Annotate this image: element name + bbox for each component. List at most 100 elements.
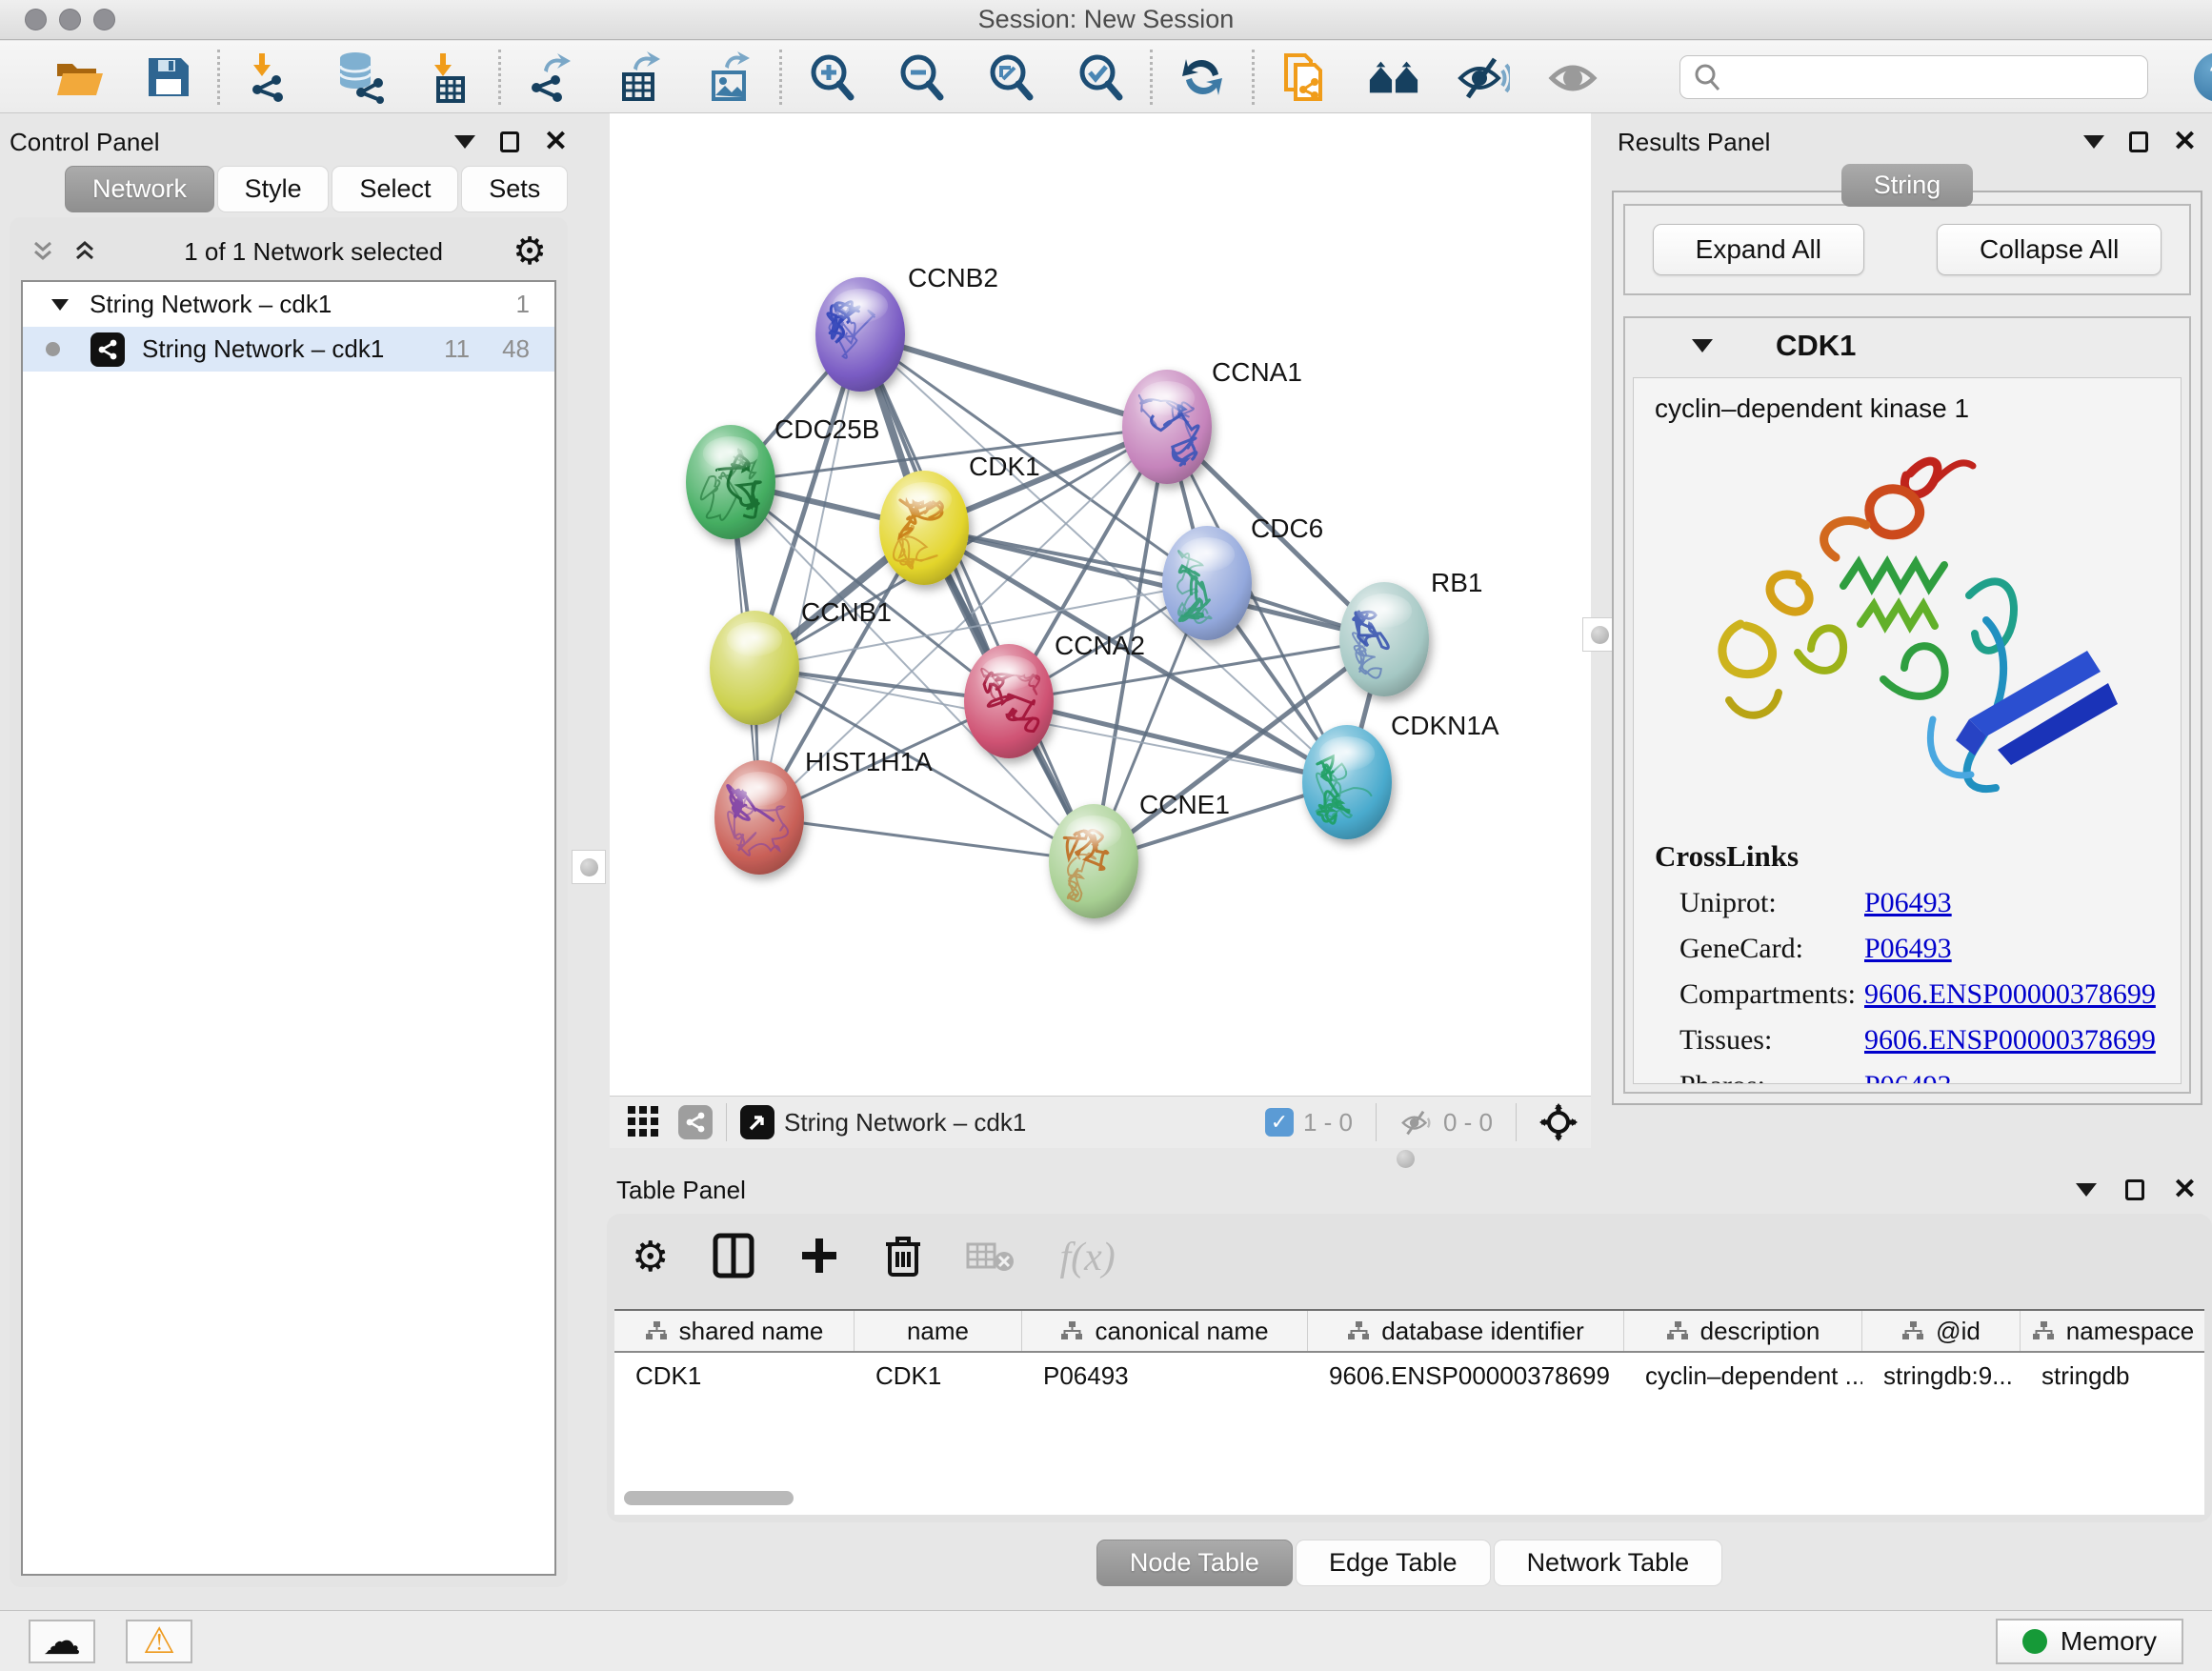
duplicate-network-icon[interactable]: [1277, 50, 1331, 104]
table-cell[interactable]: stringdb: [2021, 1353, 2204, 1399]
crosslink-link[interactable]: P06493: [1864, 933, 1952, 965]
hide-selected-icon[interactable]: [1457, 50, 1510, 104]
delete-column-icon[interactable]: [884, 1233, 922, 1283]
network-node-RB1[interactable]: RB1: [1339, 568, 1482, 696]
close-panel-icon[interactable]: ✕: [2173, 128, 2197, 156]
column-header-description[interactable]: description: [1624, 1311, 1862, 1351]
column-header--id[interactable]: @id: [1862, 1311, 2021, 1351]
search-field[interactable]: [1679, 55, 2148, 99]
open-file-icon[interactable]: [51, 50, 105, 104]
save-session-icon[interactable]: [141, 50, 194, 104]
crosslink-link[interactable]: P06493: [1864, 1070, 1952, 1084]
edge-CCNB2-CCNA1[interactable]: [860, 334, 1167, 427]
close-panel-icon[interactable]: ✕: [2173, 1176, 2197, 1204]
tab-sets[interactable]: Sets: [461, 166, 568, 212]
network-collection-row[interactable]: String Network – cdk1 1: [23, 282, 554, 327]
network-options-gear-icon[interactable]: ⚙: [513, 232, 547, 271]
tab-edge-table[interactable]: Edge Table: [1296, 1540, 1491, 1586]
column-header-database-identifier[interactable]: database identifier: [1308, 1311, 1624, 1351]
panel-menu-icon[interactable]: [2076, 1183, 2097, 1197]
column-header-shared-name[interactable]: shared name: [614, 1311, 855, 1351]
table-cell[interactable]: 9606.ENSP00000378699: [1308, 1353, 1624, 1399]
collapse-collection-icon[interactable]: [51, 299, 69, 311]
horizontal-scrollbar[interactable]: [624, 1491, 794, 1505]
collapse-all-button[interactable]: Collapse All: [1937, 224, 2162, 275]
edge-CCNB2-CCNE1[interactable]: [860, 334, 1094, 861]
refresh-icon[interactable]: [1176, 50, 1229, 104]
expand-all-button[interactable]: Expand All: [1653, 224, 1864, 275]
show-columns-icon[interactable]: [713, 1233, 754, 1283]
birds-eye-view-icon[interactable]: [740, 1105, 774, 1139]
table-cell[interactable]: cyclin–dependent ...: [1624, 1353, 1862, 1399]
zoom-window-button[interactable]: [93, 9, 115, 30]
panel-menu-icon[interactable]: [454, 135, 475, 149]
create-column-icon[interactable]: [798, 1235, 840, 1281]
column-header-canonical-name[interactable]: canonical name: [1022, 1311, 1308, 1351]
network-node-CCNB1[interactable]: CCNB1: [710, 597, 892, 725]
warnings-button[interactable]: ⚠: [126, 1620, 192, 1663]
tab-node-table[interactable]: Node Table: [1096, 1540, 1293, 1586]
import-network-icon[interactable]: [243, 50, 296, 104]
collapse-all-networks-icon[interactable]: [72, 239, 97, 264]
table-row[interactable]: CDK1CDK1P064939606.ENSP00000378699cyclin…: [614, 1353, 2204, 1399]
entry-header[interactable]: CDK1: [1625, 318, 2189, 373]
import-database-icon[interactable]: [332, 50, 386, 104]
left-splitter-handle[interactable]: [572, 850, 606, 884]
minimize-window-button[interactable]: [59, 9, 81, 30]
memory-button[interactable]: Memory: [1996, 1619, 2183, 1664]
close-panel-icon[interactable]: ✕: [544, 128, 568, 156]
zoom-out-icon[interactable]: [895, 50, 948, 104]
edge-CCNB2-HIST1H1A[interactable]: [759, 334, 860, 817]
edge-HIST1H1A-CCNE1[interactable]: [759, 817, 1094, 861]
network-node-CCNA1[interactable]: CCNA1: [1122, 357, 1302, 484]
export-network-icon[interactable]: [524, 50, 577, 104]
table-options-gear-icon[interactable]: ⚙: [632, 1237, 669, 1278]
float-panel-icon[interactable]: [500, 131, 519, 152]
collapse-entry-icon[interactable]: [1692, 339, 1713, 352]
network-view-title: String Network – cdk1: [784, 1108, 1026, 1137]
float-panel-icon[interactable]: [2125, 1179, 2144, 1200]
grid-view-icon[interactable]: [623, 1101, 665, 1143]
help-icon[interactable]: ?: [2194, 52, 2212, 102]
table-cell[interactable]: CDK1: [855, 1353, 1022, 1399]
network-node-CDKN1A[interactable]: CDKN1A: [1302, 711, 1499, 839]
tab-string[interactable]: String: [1841, 164, 1974, 207]
import-table-icon[interactable]: [422, 50, 475, 104]
crosslink-link[interactable]: 9606.ENSP00000378699: [1864, 1024, 2156, 1057]
network-node-HIST1H1A[interactable]: HIST1H1A: [714, 747, 933, 875]
horizontal-splitter-handle[interactable]: [1397, 1150, 1415, 1168]
zoom-selected-icon[interactable]: [1074, 50, 1127, 104]
crosslink-link[interactable]: P06493: [1864, 887, 1952, 919]
show-all-icon[interactable]: [1546, 50, 1599, 104]
table-cell[interactable]: stringdb:9...: [1862, 1353, 2021, 1399]
zoom-in-icon[interactable]: [805, 50, 858, 104]
network-badge-icon[interactable]: [678, 1105, 713, 1139]
network-row[interactable]: String Network – cdk1 11 48: [23, 327, 554, 372]
table-cell[interactable]: P06493: [1022, 1353, 1308, 1399]
table-cell[interactable]: CDK1: [614, 1353, 855, 1399]
zoom-fit-icon[interactable]: [984, 50, 1037, 104]
first-neighbors-icon[interactable]: [1367, 50, 1420, 104]
network-canvas[interactable]: CCNB2CCNA1CDC25BCDK1CDC6RB1CCNB1CCNA2CDK…: [610, 113, 1591, 1096]
column-header-namespace[interactable]: namespace: [2021, 1311, 2204, 1351]
tab-style[interactable]: Style: [217, 166, 330, 212]
float-panel-icon[interactable]: [2129, 131, 2148, 152]
expand-all-networks-icon[interactable]: [30, 239, 55, 264]
network-node-CDC6[interactable]: CDC6: [1162, 513, 1323, 640]
tab-select[interactable]: Select: [332, 166, 458, 212]
search-input[interactable]: [1732, 62, 2134, 91]
column-header-name[interactable]: name: [855, 1311, 1022, 1351]
panel-menu-icon[interactable]: [2083, 135, 2104, 149]
fit-selected-crosshair-icon[interactable]: [1539, 1103, 1578, 1141]
selected-checkbox-icon[interactable]: ✓: [1265, 1108, 1294, 1137]
close-window-button[interactable]: [25, 9, 47, 30]
export-image-icon[interactable]: [703, 50, 756, 104]
network-node-CCNE1[interactable]: CCNE1: [1049, 790, 1230, 918]
tab-network-table[interactable]: Network Table: [1494, 1540, 1723, 1586]
crosslink-link[interactable]: 9606.ENSP00000378699: [1864, 978, 2156, 1011]
export-table-icon[interactable]: [613, 50, 667, 104]
network-node-CCNB2[interactable]: CCNB2: [815, 263, 998, 392]
window-controls: [25, 9, 115, 30]
tab-network[interactable]: Network: [65, 166, 214, 212]
cloud-button[interactable]: ☁: [29, 1620, 95, 1663]
